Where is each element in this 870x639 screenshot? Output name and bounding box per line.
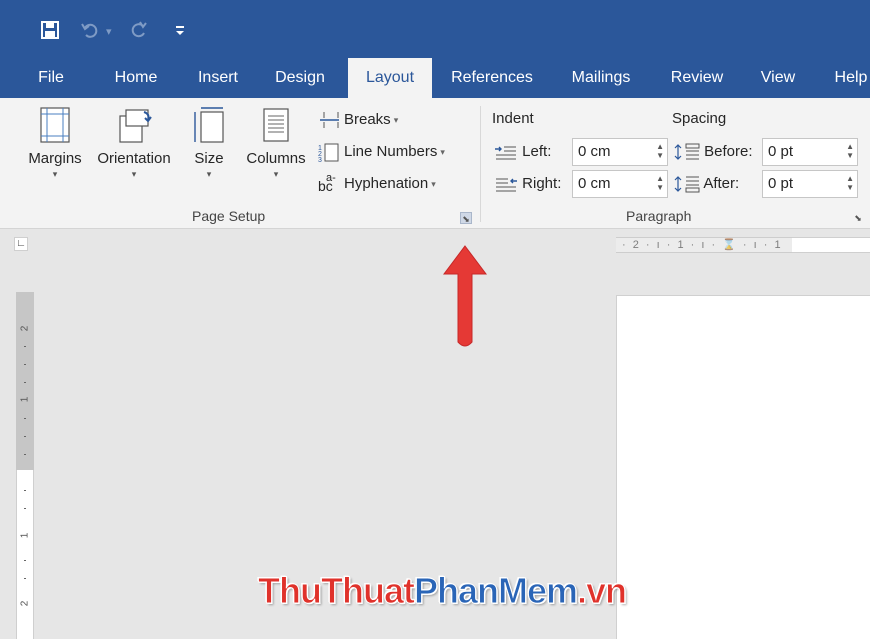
- spacing-after-label: After:: [703, 175, 740, 192]
- ruler-tick: [24, 508, 26, 509]
- paragraph-group-label: Paragraph: [626, 208, 692, 224]
- indent-heading: Indent: [492, 110, 534, 127]
- line-numbers-label: Line Numbers: [344, 143, 438, 160]
- red-arrow-annotation: [443, 245, 487, 347]
- margins-button[interactable]: Margins ▾: [22, 106, 88, 180]
- ruler-margin-shade: [616, 237, 792, 253]
- spacing-after-input[interactable]: 0 pt ▲ ▼: [762, 170, 858, 198]
- ruler-tick: [24, 454, 26, 455]
- orientation-icon: [119, 109, 152, 143]
- size-icon: [194, 107, 224, 143]
- ruler-tick: [24, 490, 26, 491]
- indent-right-icon: [496, 178, 517, 192]
- spacing-after-row: After:: [674, 170, 739, 198]
- spinner-arrows-icon[interactable]: ▲ ▼: [846, 174, 854, 192]
- group-divider: [480, 106, 481, 222]
- undo-icon[interactable]: [80, 20, 100, 44]
- spacing-before-icon: [674, 143, 700, 160]
- spacing-before-input[interactable]: 0 pt ▲ ▼: [762, 138, 858, 166]
- ruler-number: 2: [19, 325, 31, 332]
- tab-view[interactable]: View: [752, 58, 804, 98]
- chevron-down-icon: ▾: [273, 169, 279, 179]
- ruler-tick: [24, 436, 26, 437]
- ruler-tick: [24, 418, 26, 419]
- tab-review[interactable]: Review: [660, 58, 734, 98]
- margins-label: Margins: [28, 150, 82, 167]
- spacing-before-label: Before:: [704, 143, 753, 160]
- save-icon[interactable]: [40, 20, 60, 44]
- size-label: Size: [194, 150, 224, 167]
- ruler-tick: [24, 382, 26, 383]
- hyphenation-icon: a- bc: [318, 172, 336, 195]
- hyphenation-label: Hyphenation: [344, 175, 429, 192]
- tab-home[interactable]: Home: [104, 58, 168, 98]
- svg-text:3: 3: [318, 157, 322, 162]
- tab-selector[interactable]: ∟: [14, 237, 28, 251]
- orientation-label: Orientation: [97, 150, 171, 167]
- hyphenation-button[interactable]: a- bc Hyphenation ▾: [318, 172, 436, 196]
- quick-access-toolbar: ▾: [0, 0, 870, 58]
- columns-button[interactable]: Columns ▾: [240, 106, 312, 180]
- spacing-after-icon: [674, 176, 700, 193]
- ruler-margin-shade: [16, 292, 34, 470]
- paragraph-dialog-launcher-icon[interactable]: ⬊: [852, 212, 864, 224]
- ruler-number: 2: [19, 600, 31, 607]
- redo-icon[interactable]: [128, 20, 148, 44]
- indent-right-row: Right:: [494, 170, 561, 198]
- breaks-button[interactable]: Breaks ▾: [318, 108, 398, 132]
- chevron-down-icon: ▾: [440, 147, 445, 158]
- tab-design[interactable]: Design: [266, 58, 334, 98]
- tab-insert[interactable]: Insert: [188, 58, 248, 98]
- columns-label: Columns: [246, 150, 306, 167]
- spacing-heading: Spacing: [672, 110, 727, 127]
- line-numbers-icon: 1 2 3: [318, 143, 339, 162]
- orientation-button[interactable]: Orientation ▾: [90, 106, 178, 180]
- chevron-down-icon: ▾: [206, 169, 212, 179]
- tab-references[interactable]: References: [444, 58, 540, 98]
- page-setup-group-label: Page Setup: [192, 208, 266, 224]
- indent-left-label: Left:: [522, 143, 552, 160]
- ruler-number: 1: [19, 532, 31, 539]
- spinner-arrows-icon[interactable]: ▲ ▼: [656, 174, 664, 192]
- indent-right-label: Right:: [522, 175, 562, 192]
- breaks-icon: [320, 112, 339, 129]
- chevron-down-icon: ▾: [131, 169, 137, 179]
- ribbon-tabs: File Home Insert Design Layout Reference…: [0, 58, 870, 100]
- columns-icon: [263, 108, 289, 142]
- ruler-tick: [24, 346, 26, 347]
- chevron-down-icon: ▾: [431, 179, 436, 190]
- chevron-down-icon: ▾: [393, 115, 399, 126]
- margins-icon: [40, 107, 70, 143]
- ruler-tick: [24, 364, 26, 365]
- ruler-tick: [24, 578, 26, 579]
- customize-icon[interactable]: [174, 20, 186, 44]
- breaks-label: Breaks: [344, 111, 391, 128]
- tab-mailings[interactable]: Mailings: [560, 58, 642, 98]
- tab-help[interactable]: Help: [826, 58, 870, 98]
- indent-right-input[interactable]: 0 cm ▲ ▼: [572, 170, 668, 198]
- size-button[interactable]: Size ▾: [186, 106, 232, 180]
- page-setup-dialog-launcher-icon[interactable]: ⬊: [460, 212, 472, 224]
- undo-dropdown-icon[interactable]: ▾: [106, 20, 112, 44]
- ruler-tick: [24, 560, 26, 561]
- indent-left-input[interactable]: 0 cm ▲ ▼: [572, 138, 668, 166]
- watermark-logo: ThuThuatPhanMem.vn: [258, 570, 628, 612]
- spinner-arrows-icon[interactable]: ▲ ▼: [846, 142, 854, 160]
- tab-file[interactable]: File: [28, 58, 74, 98]
- ruler-number: 1: [19, 396, 31, 403]
- line-numbers-button[interactable]: 1 2 3 Line Numbers ▾: [318, 140, 445, 164]
- chevron-down-icon: ▾: [52, 169, 58, 179]
- ribbon-layout: Margins ▾ Orientation ▾ Size ▾ Columns ▾…: [0, 98, 870, 229]
- spinner-arrows-icon[interactable]: ▲ ▼: [656, 142, 664, 160]
- document-page[interactable]: [616, 295, 870, 639]
- indent-left-row: Left:: [494, 138, 551, 166]
- indent-left-icon: [495, 146, 516, 160]
- spacing-before-row: Before:: [674, 138, 753, 166]
- tab-layout[interactable]: Layout: [348, 58, 432, 100]
